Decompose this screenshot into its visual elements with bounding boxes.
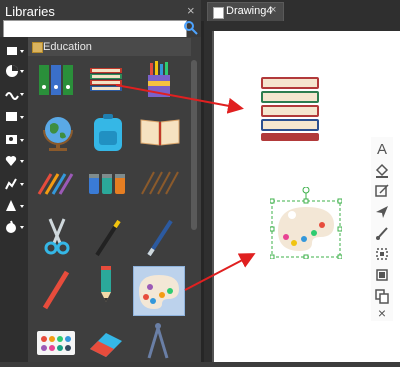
text-tool-icon[interactable]: A — [374, 141, 390, 158]
fill-tool-icon[interactable] — [374, 162, 390, 178]
line-style-icon[interactable] — [374, 183, 390, 199]
brush-tool-icon[interactable] — [374, 225, 390, 241]
group-tool-icon[interactable] — [374, 267, 390, 283]
copy-tool-icon[interactable] — [374, 288, 390, 304]
drag-arrows — [115, 84, 256, 291]
fit-tool-icon[interactable] — [374, 246, 390, 262]
arrow-tool-icon[interactable] — [374, 204, 390, 220]
canvas-floating-toolbar: A × — [371, 137, 393, 321]
delete-tool-icon[interactable]: × — [374, 305, 390, 321]
